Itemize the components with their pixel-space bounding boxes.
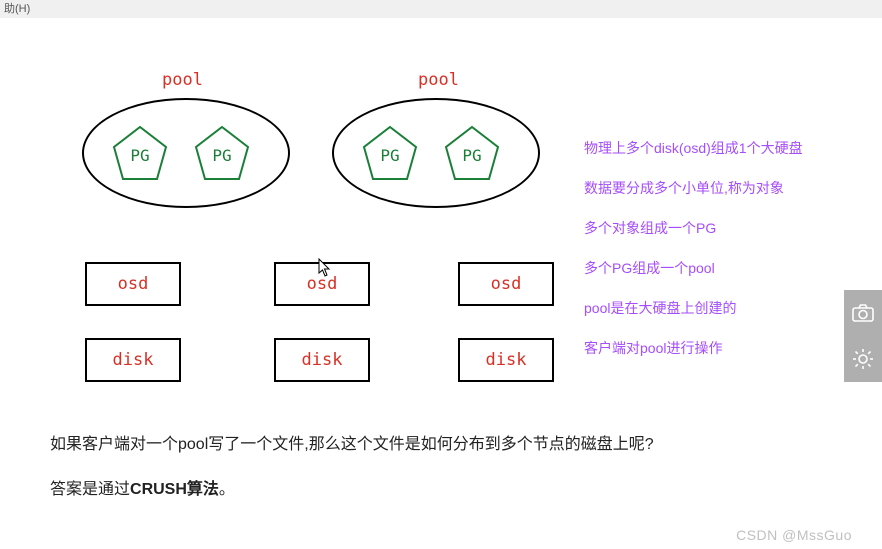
- camera-icon[interactable]: [844, 290, 882, 336]
- osd-box: osd: [458, 262, 554, 306]
- answer-bold: CRUSH算法: [130, 481, 219, 498]
- menu-help[interactable]: 助(H): [4, 3, 30, 15]
- watermark: CSDN @MssGuo: [736, 527, 852, 543]
- side-toolbar: [844, 290, 882, 382]
- note-line: 多个PG组成一个pool: [584, 258, 834, 278]
- pool-ellipse-2: [332, 98, 540, 208]
- answer-suffix: 。: [219, 481, 235, 498]
- diagram-canvas: pool PG PG pool PG PG osd osd osd disk d…: [0, 18, 882, 549]
- note-line: 多个对象组成一个PG: [584, 218, 834, 238]
- pool-ellipse-1: [82, 98, 290, 208]
- answer-text: 答案是通过CRUSH算法。: [50, 478, 810, 502]
- pool-label-1: pool: [162, 70, 203, 90]
- pool-label-2: pool: [418, 70, 459, 90]
- osd-box: osd: [85, 262, 181, 306]
- note-line: pool是在大硬盘上创建的: [584, 298, 834, 318]
- note-line: 客户端对pool进行操作: [584, 338, 834, 358]
- disk-box: disk: [458, 338, 554, 382]
- notes-panel: 物理上多个disk(osd)组成1个大硬盘 数据要分成多个小单位,称为对象 多个…: [584, 138, 834, 378]
- note-line: 数据要分成多个小单位,称为对象: [584, 178, 834, 198]
- osd-box: osd: [274, 262, 370, 306]
- note-line: 物理上多个disk(osd)组成1个大硬盘: [584, 138, 834, 158]
- menu-bar: 助(H): [0, 0, 882, 18]
- question-text: 如果客户端对一个pool写了一个文件,那么这个文件是如何分布到多个节点的磁盘上呢…: [50, 433, 810, 457]
- disk-box: disk: [274, 338, 370, 382]
- disk-box: disk: [85, 338, 181, 382]
- answer-prefix: 答案是通过: [50, 481, 130, 498]
- settings-icon[interactable]: [844, 336, 882, 382]
